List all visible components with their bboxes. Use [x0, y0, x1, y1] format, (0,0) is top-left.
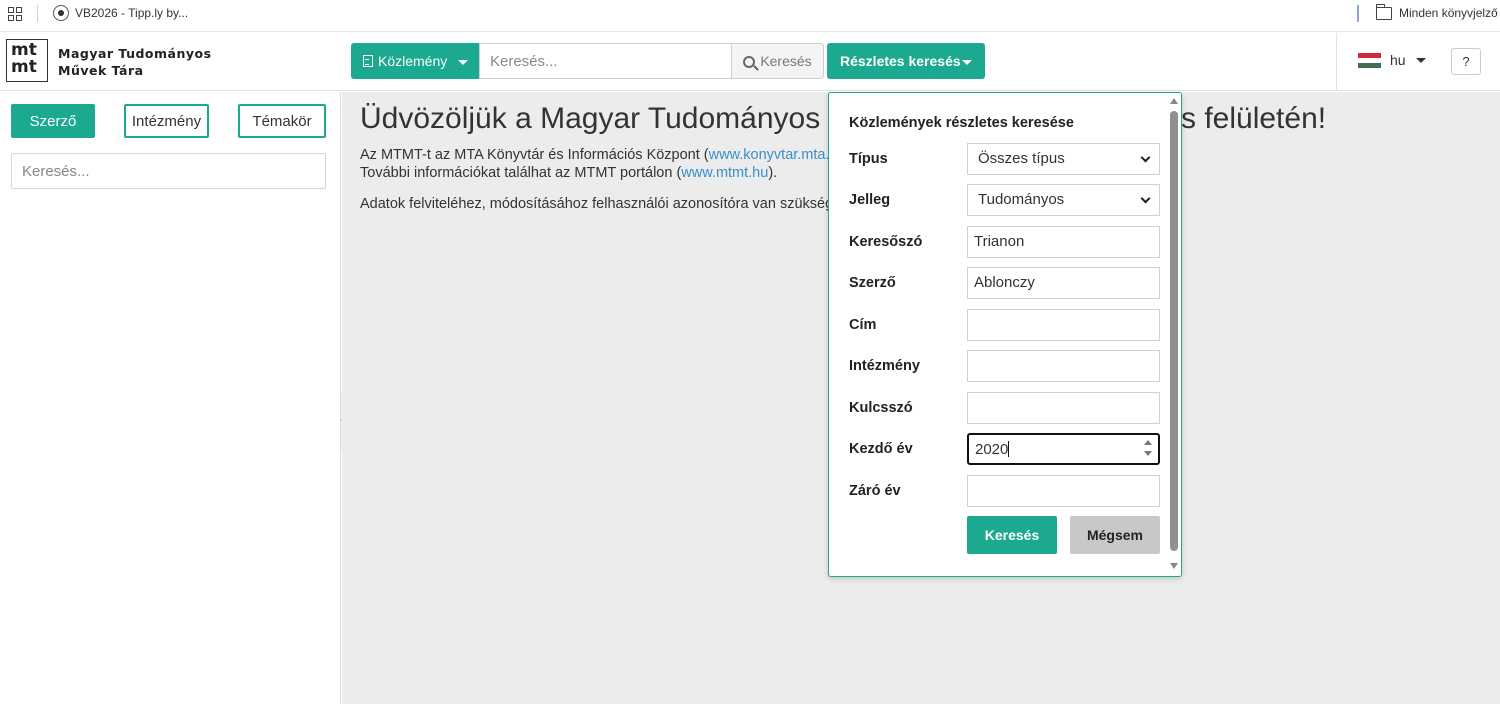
bookmarks-bar: VB2026 - Tipp.ly by... Minden könyvjelző: [0, 0, 1500, 32]
title-field[interactable]: [967, 309, 1160, 341]
title-label: Cím: [849, 317, 877, 333]
all-bookmarks-link[interactable]: Minden könyvjelző: [1399, 6, 1498, 20]
advanced-search-button[interactable]: Részletes keresés: [827, 43, 985, 79]
site-title: Magyar Tudományos Művek Tára: [58, 45, 212, 79]
intro-text: ).: [768, 165, 778, 181]
hungarian-flag-icon[interactable]: [1358, 53, 1381, 68]
intro-text: További információkat találhat az MTMT p…: [360, 165, 682, 181]
caret-down-icon[interactable]: [1416, 58, 1426, 63]
popup-cancel-button[interactable]: Mégsem: [1070, 516, 1160, 554]
type-select[interactable]: Összes típus: [967, 143, 1160, 175]
popup-title: Közlemények részletes keresése: [849, 115, 1074, 131]
sidebar-search-input[interactable]: [11, 153, 326, 189]
tab-author[interactable]: Szerző: [11, 104, 95, 138]
start-year-value: 2020: [975, 441, 1009, 458]
bookmarks-separator: [1357, 5, 1359, 22]
chevron-down-icon: [1140, 152, 1151, 163]
end-year-field[interactable]: [967, 475, 1160, 507]
type-select-value: Összes típus: [978, 150, 1065, 167]
tab-institution[interactable]: Intézmény: [124, 104, 209, 138]
bookmarks-separator: [37, 5, 38, 22]
advanced-search-label: Részletes keresés: [840, 53, 961, 69]
start-year-label: Kezdő év: [849, 441, 913, 457]
header-divider: [1336, 33, 1337, 91]
app-header: mt mt Magyar Tudományos Művek Tára Közle…: [0, 33, 1500, 91]
document-icon: [363, 55, 373, 67]
popup-search-button[interactable]: Keresés: [967, 516, 1057, 554]
type-label: Típus: [849, 151, 888, 167]
spin-down-icon[interactable]: [1144, 451, 1152, 456]
spin-up-icon[interactable]: [1144, 440, 1152, 445]
logo-line-2: mt: [11, 59, 47, 76]
publication-type-label: Közlemény: [378, 53, 448, 69]
author-label: Szerző: [849, 275, 896, 291]
scroll-down-arrow-icon[interactable]: [1170, 563, 1178, 569]
intro-text: Az MTMT-t az MTA Könyvtár és Információs…: [360, 147, 709, 163]
nature-label: Jelleg: [849, 192, 891, 208]
search-input[interactable]: [479, 43, 731, 79]
nature-select-value: Tudományos: [978, 191, 1065, 208]
institution-label: Intézmény: [849, 358, 920, 374]
search-button-label: Keresés: [760, 53, 812, 69]
caret-down-icon: [458, 60, 468, 65]
number-spinner[interactable]: [1144, 440, 1152, 458]
publication-type-dropdown[interactable]: Közlemény: [351, 43, 479, 79]
text-cursor: [1008, 441, 1010, 457]
mtmt-portal-link[interactable]: www.mtmt.hu: [681, 165, 768, 181]
chevron-down-icon: [1140, 193, 1151, 204]
soccer-ball-icon: [53, 5, 69, 21]
bookmark-item[interactable]: VB2026 - Tipp.ly by...: [75, 6, 188, 20]
welcome-heading-end: s felületén!: [1181, 102, 1327, 135]
search-button[interactable]: Keresés: [731, 43, 824, 79]
intro-line-2: További információkat találhat az MTMT p…: [360, 164, 777, 182]
keyword-search-label: Keresőszó: [849, 234, 923, 250]
scroll-up-arrow-icon[interactable]: [1170, 98, 1178, 104]
folder-icon: [1375, 4, 1392, 20]
intro-line-3: Adatok felviteléhez, módosításához felha…: [360, 196, 842, 212]
subject-keyword-label: Kulcsszó: [849, 400, 913, 416]
tab-topic[interactable]: Témakör: [238, 104, 326, 138]
help-button[interactable]: ?: [1451, 48, 1481, 75]
nature-select[interactable]: Tudományos: [967, 184, 1160, 216]
intro-line-1: Az MTMT-t az MTA Könyvtár és Információs…: [360, 146, 830, 164]
start-year-field[interactable]: 2020: [967, 433, 1160, 465]
site-title-line1: Magyar Tudományos: [58, 46, 212, 61]
subject-keyword-field[interactable]: [967, 392, 1160, 424]
search-icon: [743, 56, 756, 68]
keyword-search-field[interactable]: Trianon: [967, 226, 1160, 258]
mtmt-logo[interactable]: mt mt: [6, 39, 48, 82]
logo-text: mt: [11, 57, 37, 77]
scroll-thumb[interactable]: [1170, 111, 1178, 551]
site-title-line2: Művek Tára: [58, 63, 144, 78]
apps-grid-icon[interactable]: [8, 7, 22, 21]
welcome-heading: Üdvözöljük a Magyar Tudományos M: [360, 102, 854, 135]
institution-field[interactable]: [967, 350, 1160, 382]
author-field[interactable]: Ablonczy: [967, 267, 1160, 299]
sidebar: Szerző Intézmény Témakör: [0, 92, 341, 704]
caret-down-icon: [962, 60, 972, 65]
konyvtar-link[interactable]: www.konyvtar.mta.: [709, 147, 830, 163]
language-selector[interactable]: hu: [1390, 52, 1406, 68]
advanced-search-popup: Közlemények részletes keresése Típus Öss…: [828, 92, 1182, 577]
end-year-label: Záró év: [849, 483, 901, 499]
